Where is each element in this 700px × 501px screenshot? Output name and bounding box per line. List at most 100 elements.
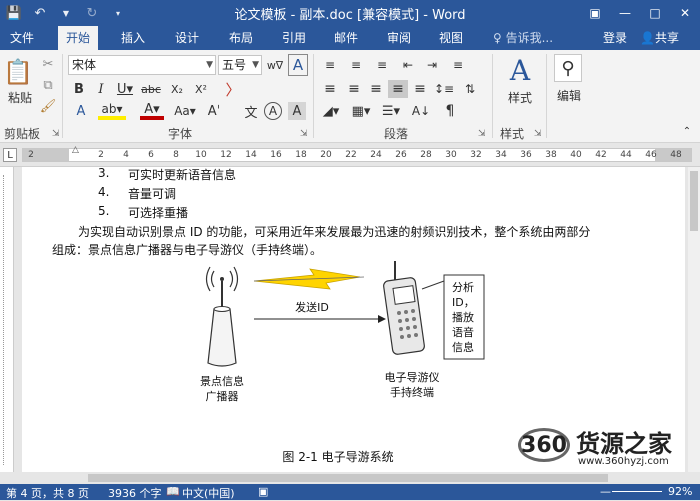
line-spacing-icon[interactable]: ↕≡ — [434, 80, 454, 98]
italic-icon[interactable]: I — [92, 80, 110, 98]
ruler-tick: 22 — [345, 150, 357, 160]
chinese-layout-icon[interactable]: ≡ — [448, 56, 468, 74]
ruler-track[interactable]: 2 2 4 6 8 10 12 14 16 18 20 22 24 26 28 … — [22, 148, 692, 162]
window-controls: ▣ — □ ✕ — [580, 0, 700, 26]
underline-icon[interactable]: U▾ — [114, 80, 136, 98]
bullets-icon[interactable]: ≡ — [320, 56, 340, 74]
show-marks-icon[interactable]: ¶ — [440, 102, 460, 120]
minimize-button[interactable]: — — [610, 0, 640, 26]
search-icon[interactable]: ⚲ — [554, 54, 582, 82]
font-name-select[interactable]: 宋体 ▼ — [68, 55, 216, 75]
styles-icon[interactable]: A — [504, 54, 536, 87]
character-shading-icon[interactable]: A — [288, 102, 306, 120]
decrease-indent-icon[interactable]: ⇤ — [398, 56, 418, 74]
ruler-tick: 32 — [470, 150, 482, 160]
indent-marker-icon[interactable]: △ — [72, 145, 79, 155]
tab-layout[interactable]: 布局 — [221, 26, 261, 50]
tab-review[interactable]: 审阅 — [379, 26, 419, 50]
word-count[interactable]: 3936 个字 — [108, 485, 162, 501]
superscript-icon[interactable]: X² — [190, 80, 212, 98]
font-color-icon[interactable]: A▾ — [140, 102, 164, 120]
tab-references[interactable]: 引用 — [274, 26, 314, 50]
styles-group-label: 样式 — [500, 127, 525, 141]
phonetic-guide-icon[interactable]: 文 — [242, 102, 260, 121]
tell-me-search[interactable]: ♀ 告诉我... — [493, 26, 553, 50]
ruler-tick: 38 — [545, 150, 557, 160]
vertical-ruler — [0, 167, 14, 472]
format-painter-icon[interactable]: 🖌 — [40, 98, 57, 114]
ruler-tick: 2 — [98, 150, 104, 160]
callout-text: 播放 — [452, 310, 474, 324]
ruler-tick: 26 — [395, 150, 407, 160]
enclose-character-icon[interactable]: A — [264, 102, 282, 120]
distributed-icon[interactable]: ≡ — [410, 80, 430, 98]
change-case-icon[interactable]: w∇ — [264, 55, 286, 75]
multilevel-list-icon[interactable]: ≡ — [372, 56, 392, 74]
clipboard-launcher-icon[interactable]: ⇲ — [52, 129, 60, 139]
paste-icon[interactable]: 📋 — [3, 56, 33, 88]
align-right-icon[interactable]: ≡ — [366, 80, 386, 98]
font-size-change-icon[interactable]: Aa▾ — [172, 102, 198, 120]
styles-launcher-icon[interactable]: ⇲ — [534, 129, 542, 139]
subscript-icon[interactable]: X₂ — [166, 80, 188, 98]
arrow-label: 发送ID — [295, 300, 329, 314]
login-button[interactable]: 登录 — [603, 26, 627, 50]
font-size-select[interactable]: 五号 ▼ — [218, 55, 262, 75]
ruler-tick: 14 — [245, 150, 257, 160]
shrink-font-icon[interactable]: Aˈ — [206, 102, 222, 120]
tab-file[interactable]: 文件 — [2, 26, 42, 50]
numbering-icon[interactable]: ≡ — [346, 56, 366, 74]
zoom-out-icon[interactable]: — — [600, 485, 611, 498]
strikethrough-icon[interactable]: abc — [140, 80, 162, 98]
borders-icon[interactable]: ▦▾ — [350, 102, 372, 120]
list-text: 可选择重播 — [128, 206, 189, 220]
sort-text-icon[interactable]: A↓ — [410, 102, 432, 120]
page-count[interactable]: 第 4 页，共 8 页 — [6, 485, 89, 501]
paragraph-launcher-icon[interactable]: ⇲ — [478, 129, 486, 139]
tab-view[interactable]: 视图 — [431, 26, 471, 50]
collapse-ribbon-icon[interactable]: ⌃ — [680, 124, 694, 138]
editing-button[interactable]: 编辑 — [552, 88, 586, 103]
language-indicator[interactable]: 中文(中国) — [182, 485, 235, 501]
status-bar: 第 4 页，共 8 页 3936 个字 📖 中文(中国) ▣ — 92% — [0, 484, 700, 500]
tab-home[interactable]: 开始 — [58, 26, 99, 50]
text-effect-icon[interactable]: A — [72, 102, 90, 120]
chinese-typography-icon[interactable]: ☰▾ — [380, 102, 402, 120]
copy-icon[interactable]: ⧉ — [40, 77, 56, 93]
shading-icon[interactable]: ◢▾ — [320, 102, 342, 120]
paste-button[interactable]: 粘贴 — [4, 90, 36, 105]
tab-insert[interactable]: 插入 — [113, 26, 153, 50]
align-center-icon[interactable]: ≡ — [344, 80, 364, 98]
tab-design[interactable]: 设计 — [167, 26, 207, 50]
close-button[interactable]: ✕ — [670, 0, 700, 26]
horizontal-scroll-thumb[interactable] — [88, 474, 608, 482]
align-left-icon[interactable]: ≡ — [320, 80, 340, 98]
list-number: 4. — [98, 185, 110, 199]
character-border-icon[interactable]: A — [288, 54, 308, 76]
ruler-tick: 4 — [123, 150, 129, 160]
justify-icon[interactable]: ≡ — [388, 80, 408, 98]
zoom-slider[interactable] — [612, 491, 662, 492]
font-launcher-icon[interactable]: ⇲ — [300, 129, 308, 139]
horizontal-scrollbar[interactable] — [0, 472, 700, 484]
cut-icon[interactable]: ✂ — [40, 56, 56, 72]
callout-text: 语音 — [452, 325, 474, 339]
share-label: 共享 — [654, 31, 679, 45]
highlight-icon[interactable]: ab▾ — [98, 102, 126, 120]
watermark-url: www.360hyzj.com — [578, 456, 669, 467]
proofing-icon[interactable]: 📖 — [166, 485, 180, 498]
styles-button[interactable]: 样式 — [500, 90, 540, 105]
sort-icon[interactable]: ⇅ — [460, 80, 480, 98]
increase-indent-icon[interactable]: ⇥ — [422, 56, 442, 74]
clear-format-icon[interactable]: 〉 — [222, 78, 244, 100]
maximize-button[interactable]: □ — [640, 0, 670, 26]
tab-mailings[interactable]: 邮件 — [326, 26, 366, 50]
macro-icon[interactable]: ▣ — [258, 485, 268, 498]
ribbon-display-icon[interactable]: ▣ — [580, 0, 610, 26]
font-name-value: 宋体 — [72, 58, 97, 72]
watermark: 360 货源之家 www.360hyzj.com — [518, 422, 698, 470]
bold-icon[interactable]: B — [70, 80, 88, 98]
tab-selector-icon[interactable]: L — [3, 148, 17, 162]
share-button[interactable]: 👤共享 — [640, 26, 679, 50]
zoom-level[interactable]: 92% — [668, 485, 692, 498]
